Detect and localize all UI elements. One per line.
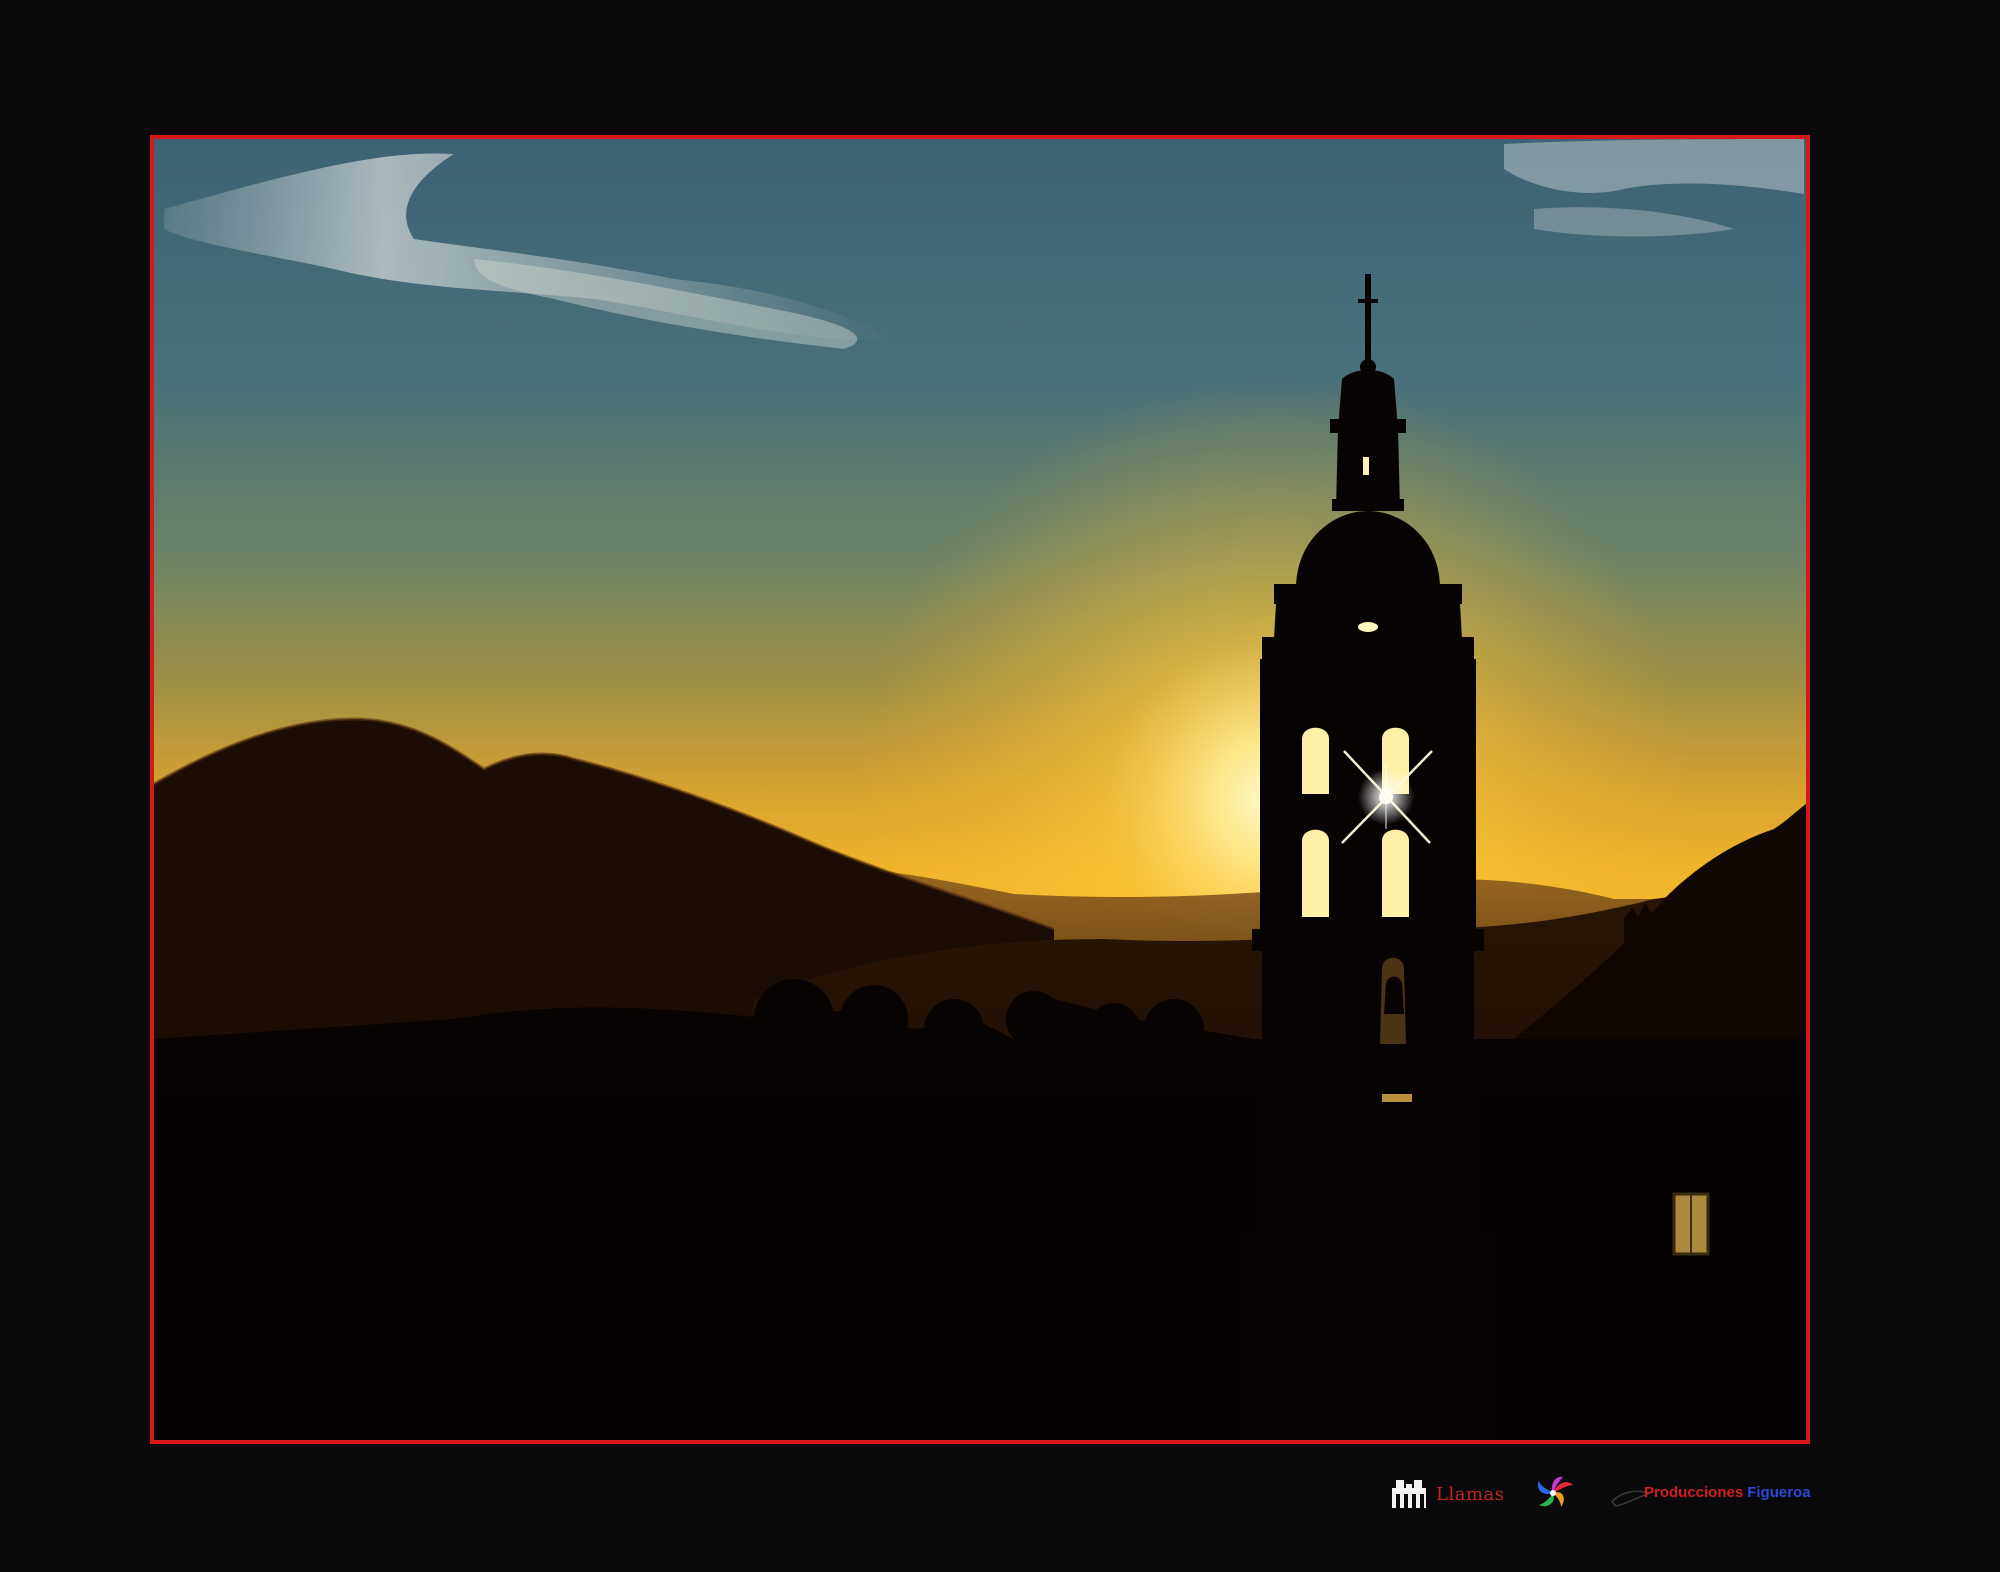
llamas-building-icon [1392, 1480, 1426, 1508]
sunset-photo [154, 139, 1806, 1440]
logo-llamas: Llamas [1390, 1474, 1504, 1514]
producciones-word: Producciones [1644, 1484, 1744, 1501]
logo-llamas-text: Llamas [1436, 1484, 1505, 1505]
footer-logos: Llamas Producciones Figueroa [1380, 1470, 1820, 1520]
logo-producciones-figueroa: Producciones Figueroa [1610, 1474, 1820, 1514]
swirl-icon [1530, 1470, 1576, 1516]
figueroa-word: Figueroa [1747, 1484, 1811, 1501]
producciones-figueroa-text: Producciones Figueroa [1644, 1484, 1811, 1501]
photo-frame [150, 135, 1810, 1444]
